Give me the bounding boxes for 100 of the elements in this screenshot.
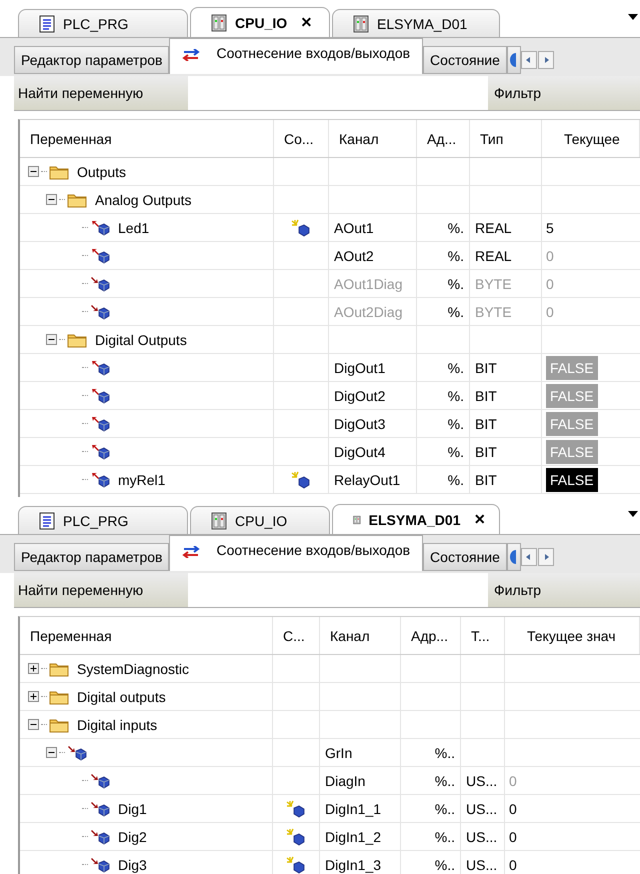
expand-toggle-icon[interactable] [28, 719, 39, 730]
variable-name: Dig2 [118, 828, 147, 844]
data-type: BIT [475, 388, 497, 404]
view-tab[interactable]: Соотнесение входов/выходов [169, 535, 424, 571]
current-value: 0 [509, 856, 517, 872]
address-text: %. [448, 388, 464, 404]
current-value: 0 [546, 276, 554, 292]
view-tab[interactable]: Соотнесение входов/выходов [169, 38, 424, 74]
document-tab[interactable]: CPU_IO [190, 506, 330, 534]
column-header[interactable]: Переменная [20, 617, 273, 654]
current-value: 0 [546, 248, 554, 264]
address-text: %. [448, 248, 464, 264]
expand-toggle-icon[interactable] [46, 747, 57, 758]
channel-name: DigIn1_1 [325, 800, 382, 816]
address-text: %. [448, 472, 464, 488]
input-variable-icon [90, 304, 110, 320]
current-value: 0 [509, 800, 517, 816]
channel-name: AOut2 [334, 248, 374, 264]
search-field[interactable] [188, 573, 488, 607]
variable-name: Dig3 [118, 856, 147, 872]
channel-name: DigIn1_3 [325, 856, 382, 872]
device-icon [353, 14, 369, 32]
close-tab-button[interactable]: × [301, 12, 312, 33]
variable-name: Outputs [77, 164, 126, 180]
document-tab[interactable]: PLC_PRG [18, 9, 188, 37]
document-tab[interactable]: CPU_IO × [190, 7, 330, 37]
column-header[interactable]: Т... [461, 617, 505, 654]
column-header[interactable]: Ад... [417, 120, 470, 157]
document-tab[interactable]: ELSYMA_D01 × [332, 504, 500, 534]
folder-icon [49, 688, 69, 704]
data-type: US... [466, 856, 498, 872]
view-tab[interactable]: Редактор параметров [14, 543, 170, 571]
current-value: 0 [509, 772, 517, 788]
document-tab[interactable]: PLC_PRG [18, 506, 188, 534]
column-header[interactable]: Со... [274, 120, 329, 157]
column-header[interactable]: Канал [329, 120, 417, 157]
channel-name: AOut1Diag [334, 276, 402, 292]
expand-toggle-icon[interactable] [46, 194, 57, 205]
input-variable-icon [90, 828, 110, 844]
variable-name: Digital inputs [77, 716, 158, 732]
view-tab[interactable]: Состояние [423, 543, 507, 571]
data-type: BIT [475, 444, 497, 460]
column-header[interactable]: Переменная [20, 120, 274, 157]
column-header[interactable]: Канал [320, 617, 401, 654]
column-header[interactable]: Тип [470, 120, 542, 157]
address-text: %.. [434, 856, 455, 872]
filter-button[interactable]: Фильтр [488, 76, 640, 110]
dropdown-icon[interactable] [628, 14, 638, 20]
current-value: 5 [546, 220, 554, 236]
channel-name: DigOut2 [334, 388, 386, 404]
scroll-right-button[interactable] [538, 548, 554, 566]
data-type: REAL [475, 248, 512, 264]
address-text: %. [448, 360, 464, 376]
search-field[interactable] [188, 76, 488, 110]
column-header[interactable]: Текущее знач [505, 617, 640, 654]
channel-name: AOut1 [334, 220, 374, 236]
output-variable-icon [90, 360, 110, 376]
current-value: 0 [509, 828, 517, 844]
address-text: %. [448, 304, 464, 320]
variable-name: Dig1 [118, 800, 147, 816]
expand-toggle-icon[interactable] [46, 334, 57, 345]
current-value: FALSE [546, 384, 598, 408]
input-variable-icon [90, 800, 110, 816]
current-value: FALSE [546, 468, 598, 492]
output-variable-icon [90, 248, 110, 264]
expand-toggle-icon[interactable] [28, 166, 39, 177]
data-type: BYTE [475, 304, 512, 320]
column-header[interactable]: Адр... [401, 617, 461, 654]
find-variable-label: Найти переменную [17, 581, 144, 600]
dropdown-icon[interactable] [628, 511, 638, 517]
document-tab[interactable]: ELSYMA_D01 [332, 9, 500, 37]
address-text: %. [448, 220, 464, 236]
scroll-left-button[interactable] [520, 51, 537, 69]
column-header[interactable]: Текущее [542, 120, 640, 157]
folder-icon [67, 332, 87, 348]
filter-button[interactable]: Фильтр [488, 573, 640, 607]
address-text: %.. [434, 800, 455, 816]
current-value: 0 [546, 304, 554, 320]
expand-toggle-icon[interactable] [28, 663, 39, 674]
view-tab[interactable]: Редактор параметров [14, 46, 170, 74]
expand-toggle-icon[interactable] [28, 691, 39, 702]
input-variable-icon [90, 856, 110, 872]
current-value: FALSE [546, 440, 598, 464]
view-tab[interactable] [506, 46, 521, 74]
close-tab-button[interactable]: × [474, 509, 485, 530]
address-text: %.. [434, 828, 455, 844]
find-variable-label: Найти переменную [17, 84, 144, 103]
view-tab[interactable]: Состояние [423, 46, 507, 74]
channel-name: AOut2Diag [334, 304, 402, 320]
data-type: BYTE [475, 276, 512, 292]
folder-icon [49, 164, 69, 180]
column-header[interactable]: С... [273, 617, 320, 654]
scroll-right-button[interactable] [538, 51, 554, 69]
swap-arrows-icon [182, 49, 200, 61]
current-value: FALSE [546, 412, 598, 436]
scroll-left-button[interactable] [520, 548, 537, 566]
variable-name: Led1 [118, 220, 150, 236]
data-type: BIT [475, 416, 497, 432]
view-tab[interactable] [506, 543, 521, 571]
variable-name: myRel1 [118, 472, 166, 488]
